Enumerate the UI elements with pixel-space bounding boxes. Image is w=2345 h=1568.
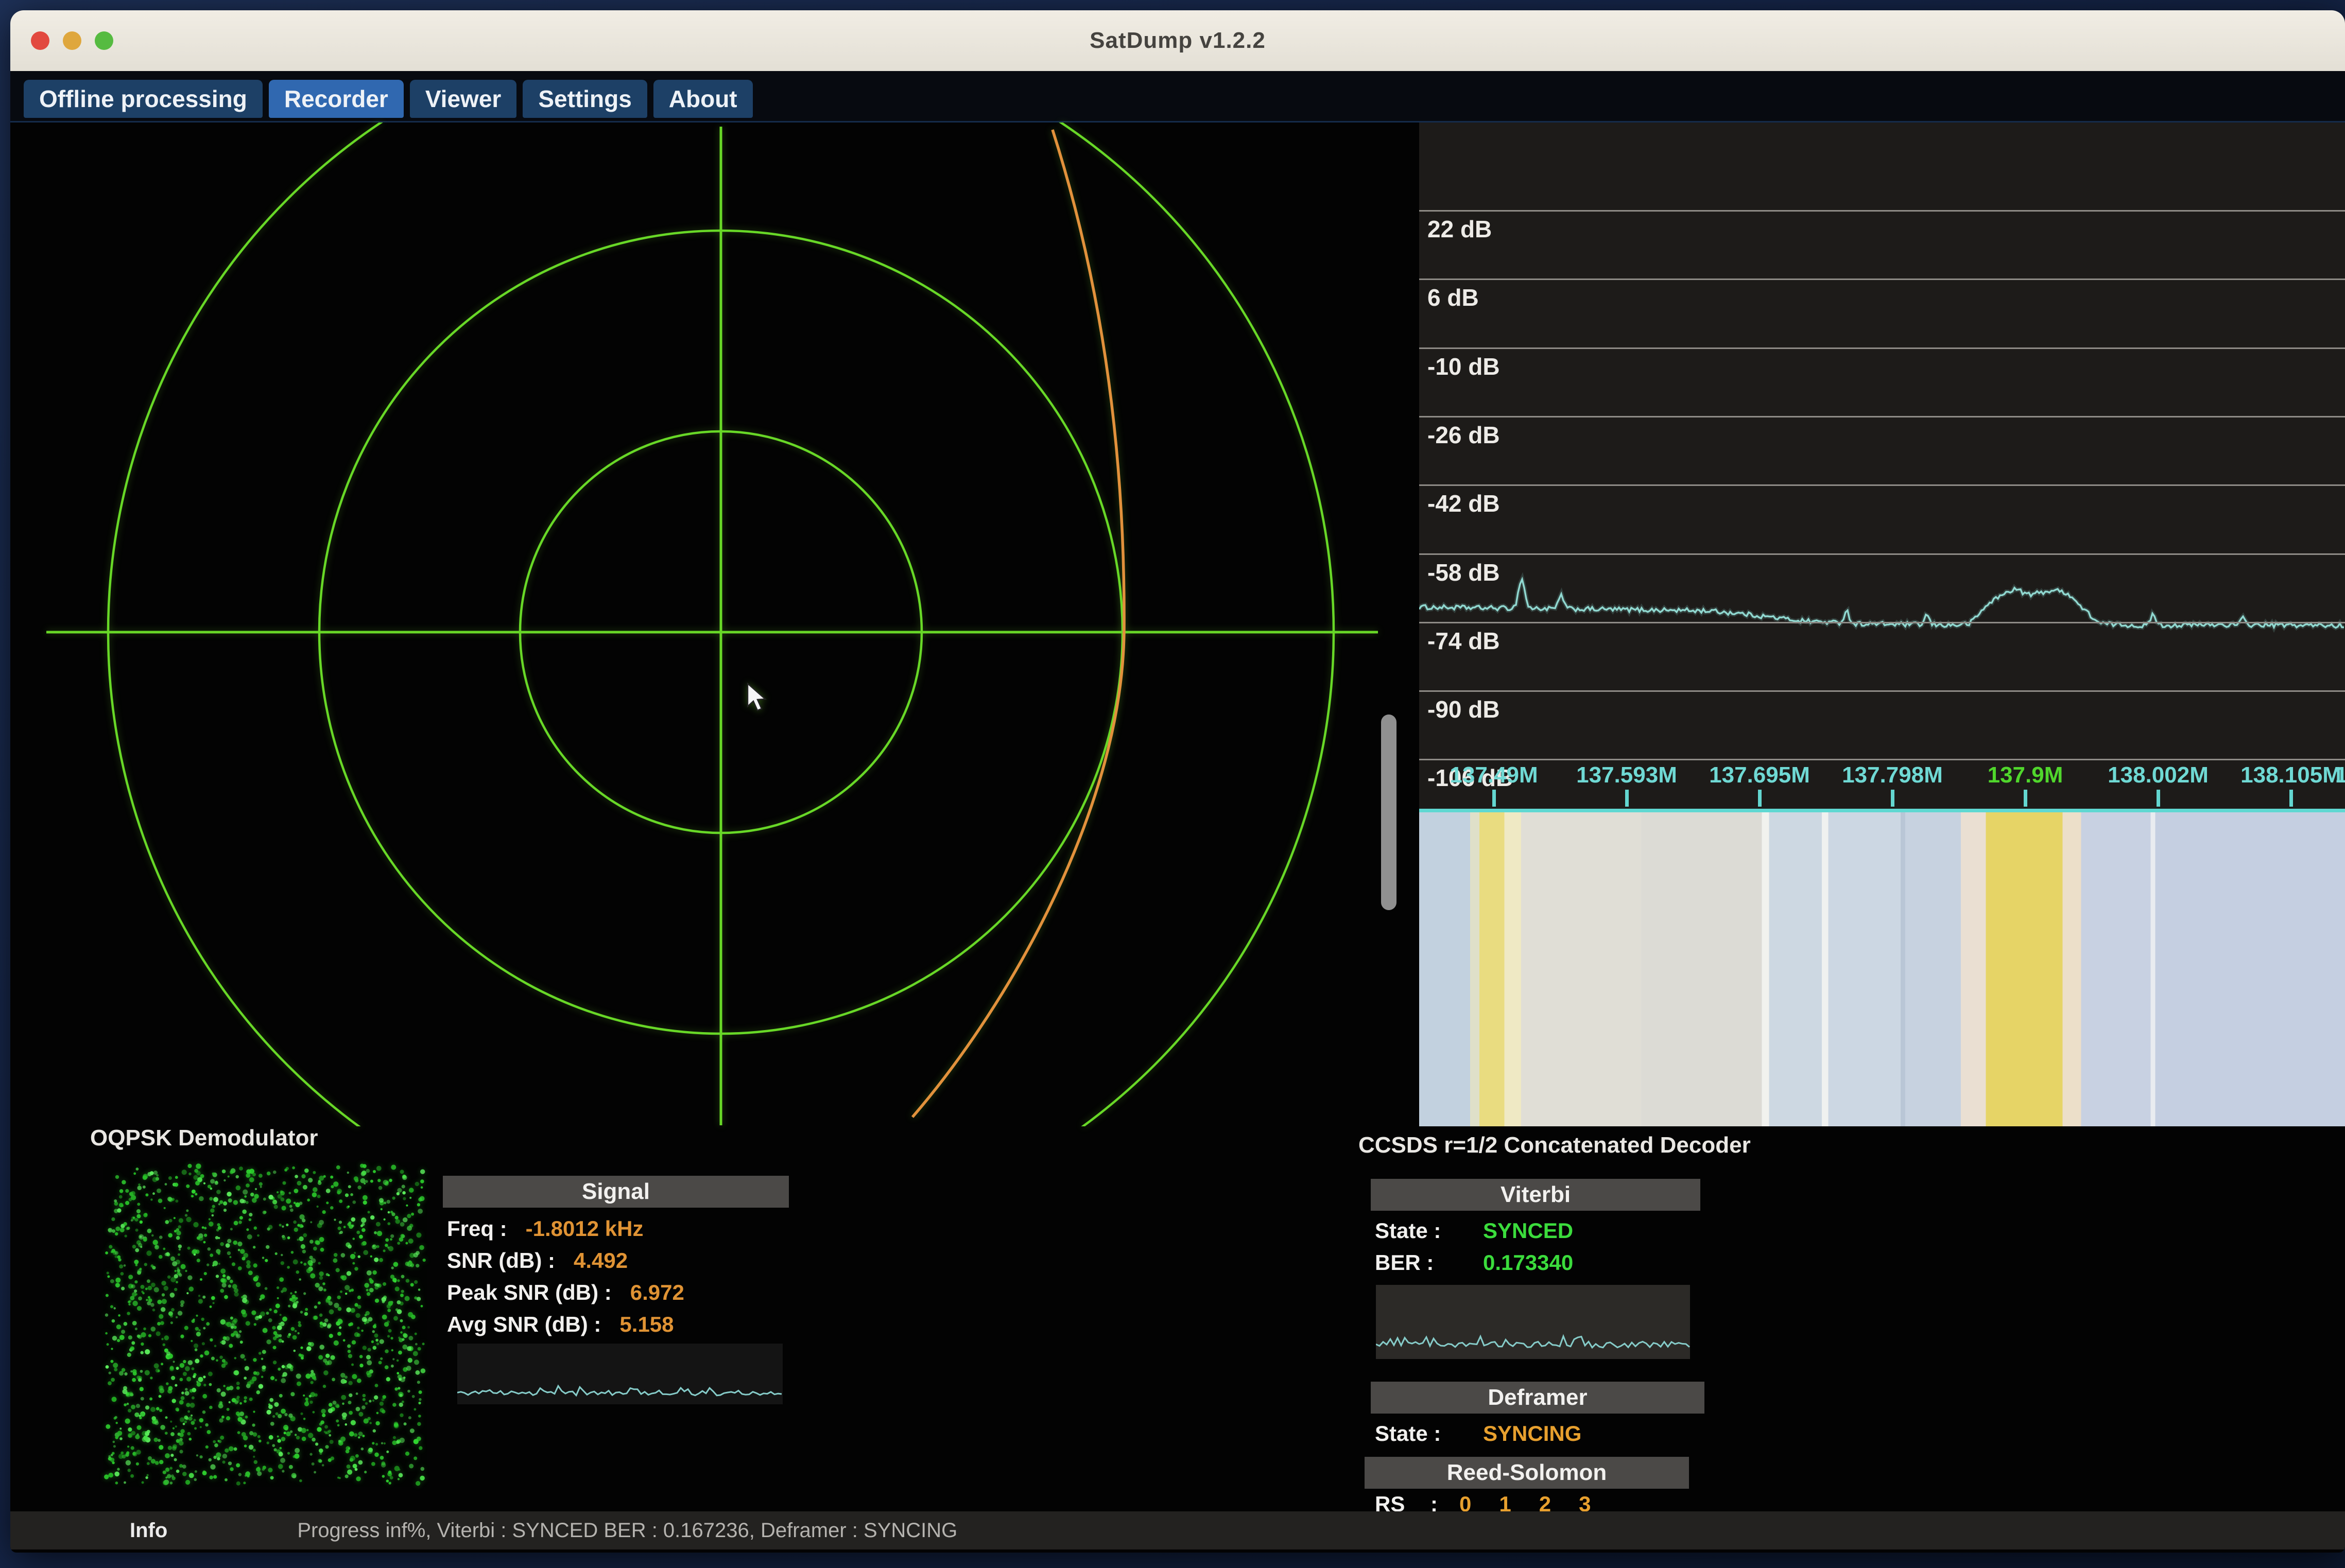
tab-viewer[interactable]: Viewer [410, 80, 516, 118]
deframer-header: Deframer [1371, 1382, 1704, 1414]
viterbi-ber-label: BER : [1375, 1250, 1483, 1275]
fft-db-label: -10 dB [1427, 353, 1500, 380]
fft-frequency-tick [1758, 790, 1762, 807]
fft-frequency-tick [1891, 790, 1894, 807]
demodulator-title: OQPSK Demodulator [90, 1125, 318, 1151]
fft-trace [1419, 123, 2345, 807]
satellite-pass-track [912, 130, 1124, 1117]
signal-panel-header: Signal [443, 1176, 789, 1208]
status-info-label: Info [130, 1519, 167, 1542]
fft-frequency-label: 137.9M [1988, 762, 2063, 788]
polar-plot-canvas [10, 123, 1378, 1126]
mouse-cursor-icon [747, 683, 772, 713]
status-bar: Info Progress inf%, Viterbi : SYNCED BER… [10, 1511, 2345, 1549]
fft-gridline [1419, 278, 2345, 280]
fft-gridline [1419, 690, 2345, 692]
signal-row-value: 4.492 [574, 1248, 628, 1273]
signal-row-value: -1.8012 kHz [526, 1216, 644, 1241]
fft-frequency-tick [1492, 790, 1496, 807]
fft-frequency-tick [1625, 790, 1629, 807]
fft-frequency-tick [2024, 790, 2027, 807]
fft-gridline [1419, 622, 2345, 623]
tab-recorder[interactable]: Recorder [269, 80, 404, 118]
fft-db-label: -26 dB [1427, 421, 1500, 449]
fft-db-label: -42 dB [1427, 490, 1500, 517]
app-window: SatDump v1.2.2 Offline processingRecorde… [10, 10, 2345, 1553]
fft-gridline [1419, 484, 2345, 486]
signal-row-label: SNR (dB) : [447, 1248, 555, 1273]
window-title: SatDump v1.2.2 [10, 10, 2345, 71]
fft-gridline [1419, 759, 2345, 760]
snr-history-graph [457, 1344, 783, 1404]
deframer-state-label: State : [1375, 1421, 1483, 1446]
fft-gridline [1419, 416, 2345, 417]
reed-solomon-header: Reed-Solomon [1365, 1457, 1689, 1489]
fft-gridline [1419, 347, 2345, 349]
fft-frequency-label: 1 [2335, 762, 2345, 788]
fft-db-label: -90 dB [1427, 695, 1500, 723]
fft-frequency-label: 138.002M [2108, 762, 2209, 788]
fft-frequency-label: 137.593M [1576, 762, 1677, 788]
tab-bar: Offline processingRecorderViewerSettings… [10, 71, 2345, 123]
ber-history-graph [1376, 1285, 1690, 1359]
viterbi-ber-value: 0.173340 [1483, 1250, 1573, 1275]
tab-settings[interactable]: Settings [523, 80, 647, 118]
fft-frequency-tick [2157, 790, 2160, 807]
tab-offline-processing[interactable]: Offline processing [24, 80, 263, 118]
signal-row: Avg SNR (dB) : 5.158 [447, 1309, 684, 1340]
deframer-state-value: SYNCING [1483, 1421, 1581, 1446]
signal-row-value: 6.972 [630, 1280, 684, 1305]
signal-row: Freq : -1.8012 kHz [447, 1213, 684, 1245]
signal-row-value: 5.158 [619, 1312, 674, 1337]
tab-about[interactable]: About [653, 80, 753, 118]
fft-db-label: 6 dB [1427, 284, 1479, 311]
viterbi-state-label: State : [1375, 1218, 1483, 1243]
signal-row: Peak SNR (dB) : 6.972 [447, 1277, 684, 1309]
fft-frequency-label: 138.105M [2240, 762, 2341, 788]
fft-frequency-label: 137.798M [1842, 762, 1943, 788]
viterbi-header: Viterbi [1371, 1179, 1700, 1211]
signal-row: SNR (dB) : 4.492 [447, 1245, 684, 1277]
tracking-polar-plot[interactable] [10, 123, 1378, 1126]
constellation-canvas [103, 1162, 427, 1487]
vertical-scrollbar[interactable] [1381, 715, 1396, 910]
deframer-state-row: State : SYNCING [1375, 1418, 1581, 1450]
signal-row-label: Avg SNR (dB) : [447, 1312, 601, 1337]
fft-frequency-tick [2289, 790, 2293, 807]
viterbi-ber-row: BER : 0.173340 [1375, 1247, 1573, 1279]
fft-db-label: -58 dB [1427, 559, 1500, 586]
signal-row-label: Peak SNR (dB) : [447, 1280, 612, 1305]
constellation-diagram [103, 1162, 427, 1487]
fft-gridline [1419, 210, 2345, 212]
main-content: 22 dB 6 dB -10 dB -26 dB -42 dB -58 dB -74 dB -… [10, 123, 2345, 1511]
status-message: Progress inf%, Viterbi : SYNCED BER : 0.… [297, 1519, 957, 1542]
fft-gridline [1419, 553, 2345, 555]
fft-db-label: 22 dB [1427, 215, 1492, 243]
fft-frequency-label: 137.695M [1709, 762, 1810, 788]
waterfall-display [1419, 812, 2345, 1126]
signal-row-label: Freq : [447, 1216, 507, 1241]
decoder-title: CCSDS r=1/2 Concatenated Decoder [1358, 1133, 1751, 1158]
fft-spectrum-panel[interactable]: 22 dB 6 dB -10 dB -26 dB -42 dB -58 dB -74 dB -… [1419, 123, 2345, 1126]
viterbi-state-value: SYNCED [1483, 1218, 1573, 1243]
deframer-rows: State : SYNCING [1375, 1418, 1581, 1450]
viterbi-rows: State : SYNCED BER : 0.173340 [1375, 1215, 1573, 1279]
titlebar: SatDump v1.2.2 [10, 10, 2345, 71]
viterbi-state-row: State : SYNCED [1375, 1215, 1573, 1247]
waterfall-separator-line [1419, 809, 2345, 812]
fft-frequency-label: 137.49M [1450, 762, 1538, 788]
fft-db-label: -74 dB [1427, 627, 1500, 655]
signal-rows: Freq : -1.8012 kHz SNR (dB) : 4.492 Peak SNR… [447, 1213, 684, 1340]
